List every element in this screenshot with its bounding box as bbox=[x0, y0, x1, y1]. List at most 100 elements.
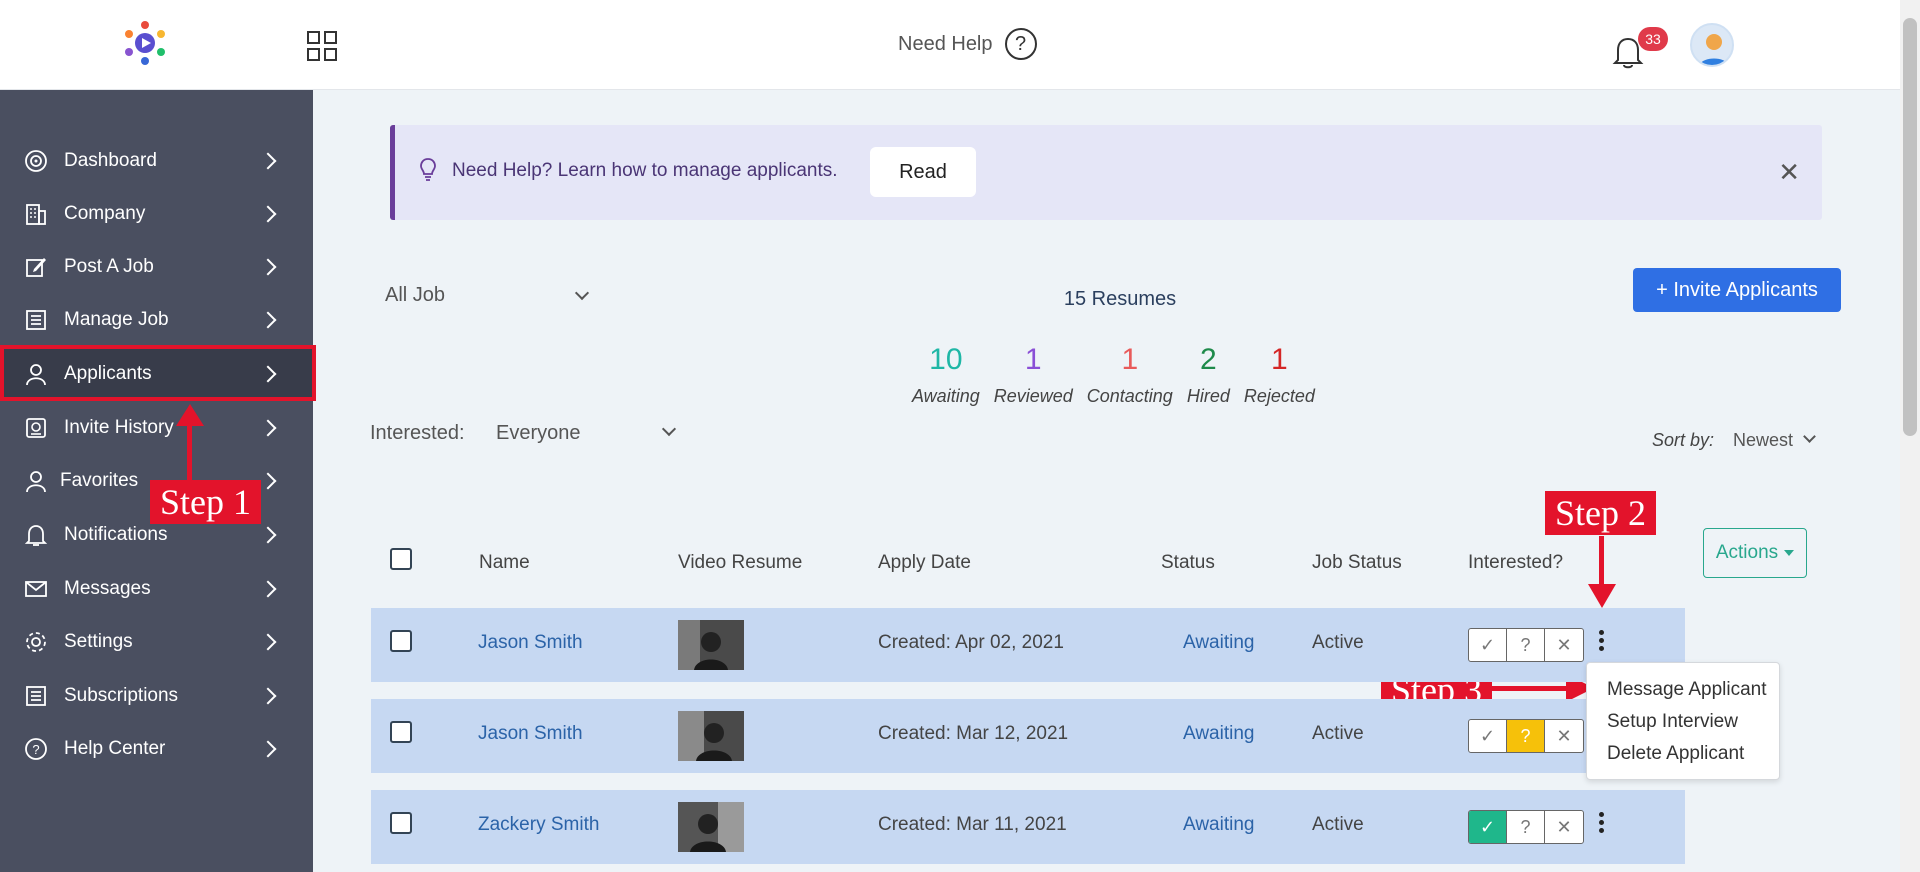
sort-by-label: Sort by: bbox=[1652, 430, 1715, 450]
step2-arrow-head-icon bbox=[1588, 584, 1616, 608]
user-avatar[interactable] bbox=[1690, 23, 1734, 67]
status-link[interactable]: Awaiting bbox=[1183, 632, 1254, 654]
sidebar-item-help-center[interactable]: ? Help Center bbox=[0, 723, 313, 775]
brand-logo-icon[interactable] bbox=[122, 20, 168, 66]
page-scrollbar[interactable] bbox=[1900, 0, 1920, 872]
person-silhouette-icon bbox=[678, 802, 744, 852]
step1-label: Step 1 bbox=[150, 480, 262, 524]
vote-no-button[interactable]: ✕ bbox=[1545, 811, 1583, 843]
sidebar-item-label: Invite History bbox=[64, 417, 174, 438]
sidebar-item-post-a-job[interactable]: Post A Job bbox=[0, 241, 313, 293]
count-label: Reviewed bbox=[993, 386, 1073, 406]
sidebar-item-company[interactable]: Company bbox=[0, 188, 313, 240]
count-rejected[interactable]: 1 Rejected bbox=[1244, 342, 1315, 407]
sidebar-item-label: Settings bbox=[64, 631, 133, 652]
row-checkbox[interactable] bbox=[390, 721, 412, 743]
vote-no-button[interactable]: ✕ bbox=[1545, 720, 1583, 752]
vote-maybe-button[interactable]: ? bbox=[1507, 811, 1545, 843]
vote-maybe-button[interactable]: ? bbox=[1507, 629, 1545, 661]
row-checkbox[interactable] bbox=[390, 812, 412, 834]
row-checkbox[interactable] bbox=[390, 630, 412, 652]
chevron-right-icon bbox=[259, 526, 277, 544]
apply-date: Created: Mar 12, 2021 bbox=[878, 723, 1069, 744]
step3-arrow-shaft bbox=[1490, 686, 1570, 691]
step2-label: Step 2 bbox=[1545, 491, 1657, 535]
column-header: Status bbox=[1161, 552, 1215, 573]
caret-down-icon bbox=[1784, 549, 1795, 556]
job-status: Active bbox=[1312, 632, 1364, 653]
count-number: 10 bbox=[929, 343, 963, 376]
vote-no-button[interactable]: ✕ bbox=[1545, 629, 1583, 661]
more-options-icon[interactable] bbox=[1599, 630, 1605, 654]
sidebar-item-manage-job[interactable]: Manage Job bbox=[0, 294, 313, 346]
help-icon[interactable]: ? bbox=[1004, 28, 1037, 60]
gear-icon bbox=[26, 632, 46, 652]
chevron-right-icon bbox=[259, 311, 277, 329]
menu-item-setup-interview[interactable]: Setup Interview bbox=[1607, 711, 1738, 733]
status-link[interactable]: Awaiting bbox=[1183, 723, 1254, 745]
interested-filter-select[interactable]: Everyone bbox=[496, 422, 581, 445]
vote-yes-button[interactable]: ✓ bbox=[1469, 629, 1507, 661]
resumes-count-title: 15 Resumes bbox=[1063, 288, 1177, 310]
history-icon bbox=[26, 418, 46, 438]
sort-select[interactable]: Newest bbox=[1733, 430, 1793, 451]
count-label: Hired bbox=[1186, 386, 1230, 406]
video-resume-thumbnail[interactable] bbox=[678, 802, 744, 852]
select-all-checkbox[interactable] bbox=[390, 548, 412, 570]
sidebar-item-invite-history[interactable]: Invite History bbox=[0, 402, 313, 454]
applicant-name-link[interactable]: Jason Smith bbox=[478, 632, 583, 654]
notification-count-badge: 33 bbox=[1638, 27, 1668, 51]
scrollbar-thumb[interactable] bbox=[1903, 18, 1917, 436]
dashboard-icon bbox=[25, 150, 47, 172]
row-options-menu: Message Applicant Setup Interview Delete… bbox=[1586, 662, 1780, 780]
vote-yes-button[interactable]: ✓ bbox=[1469, 811, 1507, 843]
sidebar-item-dashboard[interactable]: Dashboard bbox=[0, 135, 313, 187]
count-number: 1 bbox=[1024, 343, 1042, 376]
actions-dropdown-button[interactable]: Actions bbox=[1703, 528, 1807, 578]
close-icon[interactable]: ✕ bbox=[1778, 157, 1800, 188]
read-button[interactable]: Read bbox=[870, 147, 976, 197]
count-number: 1 bbox=[1271, 343, 1288, 376]
chevron-right-icon bbox=[259, 633, 277, 651]
sidebar-item-subscriptions[interactable]: Subscriptions bbox=[0, 670, 313, 722]
table-row: Jason Smith Created: Mar 12, 2021 Awaiti… bbox=[371, 699, 1685, 773]
step1-highlight-box bbox=[0, 345, 316, 401]
vote-yes-button[interactable]: ✓ bbox=[1469, 720, 1507, 752]
count-contacting[interactable]: 1 Contacting bbox=[1087, 342, 1173, 407]
count-hired[interactable]: 2 Hired bbox=[1187, 342, 1230, 407]
avatar-person-icon bbox=[1699, 34, 1729, 65]
chevron-right-icon bbox=[259, 580, 277, 598]
invite-applicants-button[interactable]: + Invite Applicants bbox=[1633, 268, 1841, 312]
sidebar-item-label: Post A Job bbox=[64, 256, 154, 277]
count-reviewed[interactable]: 1 Reviewed bbox=[994, 342, 1073, 407]
person-silhouette-icon bbox=[678, 620, 744, 670]
help-alert-text: Need Help? Learn how to manage applicant… bbox=[452, 160, 838, 181]
chevron-down-icon[interactable] bbox=[1803, 430, 1816, 443]
video-resume-thumbnail[interactable] bbox=[678, 711, 744, 761]
need-help-link[interactable]: Need Help ? bbox=[898, 28, 1037, 60]
count-awaiting[interactable]: 10 Awaiting bbox=[912, 342, 980, 407]
vote-maybe-button[interactable]: ? bbox=[1507, 720, 1545, 752]
help-alert: Need Help? Learn how to manage applicant… bbox=[390, 125, 1822, 220]
more-options-icon[interactable] bbox=[1599, 812, 1605, 836]
chevron-down-icon[interactable] bbox=[661, 421, 677, 437]
sidebar-item-label: Notifications bbox=[64, 524, 168, 545]
applicant-name-link[interactable]: Zackery Smith bbox=[478, 814, 599, 836]
job-select[interactable]: All Job bbox=[385, 284, 595, 307]
status-link[interactable]: Awaiting bbox=[1183, 814, 1254, 836]
video-resume-thumbnail[interactable] bbox=[678, 620, 744, 670]
user-icon bbox=[26, 471, 46, 493]
count-label: Contacting bbox=[1086, 386, 1173, 406]
applicant-name-link[interactable]: Jason Smith bbox=[478, 723, 583, 745]
column-header: Video Resume bbox=[678, 552, 803, 573]
apps-grid-icon[interactable] bbox=[306, 30, 338, 62]
sidebar-item-messages[interactable]: Messages bbox=[0, 563, 313, 615]
menu-item-delete-applicant[interactable]: Delete Applicant bbox=[1607, 743, 1744, 765]
sidebar-item-settings[interactable]: Settings bbox=[0, 616, 313, 668]
interested-vote-group: ✓ ? ✕ bbox=[1468, 628, 1584, 662]
menu-item-message-applicant[interactable]: Message Applicant bbox=[1607, 679, 1767, 701]
lightbulb-icon bbox=[420, 158, 436, 181]
need-help-label[interactable]: Need Help bbox=[898, 33, 993, 56]
chevron-down-icon bbox=[574, 285, 590, 301]
building-icon bbox=[26, 204, 46, 225]
